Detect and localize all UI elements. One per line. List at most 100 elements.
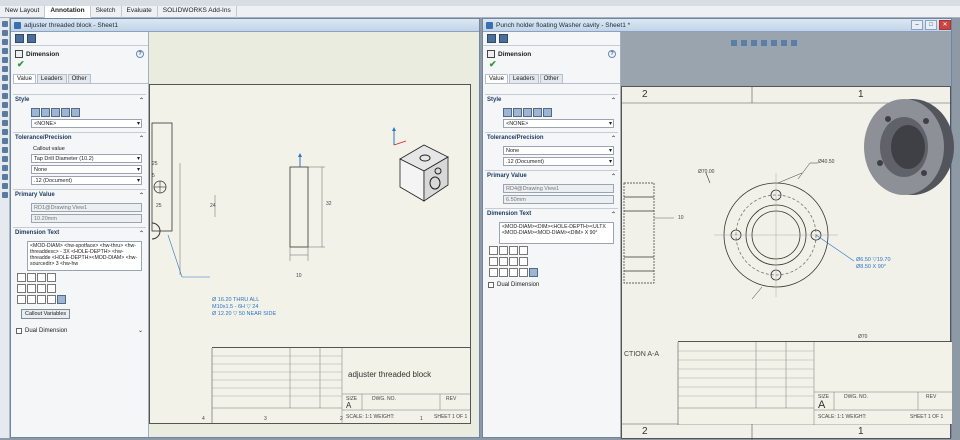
diameter-icon[interactable] [489,257,498,266]
help-icon[interactable]: ? [136,50,144,58]
tolerance-select[interactable]: None [31,165,142,174]
precision-select[interactable]: .12 (Document) [31,176,142,185]
more-symbols-icon[interactable] [47,284,56,293]
maximize-button[interactable]: □ [925,20,937,30]
feature-tree-icon[interactable] [487,34,496,43]
tool-icon[interactable] [2,75,8,81]
primary-ref-field[interactable]: RD1@Drawing View1 [31,203,142,212]
help-icon[interactable]: ? [608,50,616,58]
degree-icon[interactable] [499,257,508,266]
style-icon[interactable] [543,108,552,117]
plus-minus-icon[interactable] [37,284,46,293]
plus-minus-icon[interactable] [509,257,518,266]
property-manager-icon[interactable] [27,34,36,43]
dim-label[interactable]: 10 [678,215,684,221]
dim-label[interactable]: 32 [326,201,332,207]
zoom-area-icon[interactable] [741,40,747,46]
align-center-icon[interactable] [27,273,36,282]
primary-value-field[interactable]: 6.50mm [503,195,614,204]
collapse-icon[interactable]: ⌃ [611,135,616,142]
tab-value[interactable]: Value [13,74,36,83]
precision-select[interactable]: .12 (Document) [503,157,614,166]
align-right-icon[interactable] [509,246,518,255]
tab-value[interactable]: Value [485,74,508,83]
style-icon[interactable] [61,108,70,117]
tool-icon[interactable] [2,192,8,198]
counterbore-icon[interactable] [27,295,36,304]
style-icon[interactable] [51,108,60,117]
tab-evaluate[interactable]: Evaluate [122,6,158,18]
hole-callout-line[interactable]: M10x1.5 - 6H ▽ 24 [212,304,258,310]
hole-callout-icon[interactable] [529,268,538,277]
collapse-icon[interactable]: ⌃ [139,230,144,237]
align-center-icon[interactable] [499,246,508,255]
tool-icon[interactable] [2,66,8,72]
tool-icon[interactable] [2,120,8,126]
section-view-icon[interactable] [761,40,767,46]
appearance-icon[interactable] [791,40,797,46]
tool-icon[interactable] [2,84,8,90]
collapse-icon[interactable]: ⌃ [611,97,616,104]
display-style-icon[interactable] [771,40,777,46]
hole-callout-line[interactable]: Ø 12.20 ▽ 50 NEAR SIDE [212,311,276,317]
dim-label[interactable]: 10 [296,273,302,279]
collapse-icon[interactable]: ⌃ [611,173,616,180]
degree-icon[interactable] [27,284,36,293]
tab-leaders[interactable]: Leaders [508,74,539,83]
dim-label[interactable]: 25 [152,161,158,167]
collapse-icon[interactable]: ⌃ [139,135,144,142]
tool-icon[interactable] [2,21,8,27]
tool-icon[interactable] [2,156,8,162]
tab-other[interactable]: Other [539,74,563,83]
dual-dimension-checkbox[interactable] [488,282,494,288]
hole-callout-icon[interactable] [57,295,66,304]
dim-label[interactable]: Ø70 [858,334,867,340]
tool-icon[interactable] [2,129,8,135]
collapse-icon[interactable]: ⌃ [611,211,616,218]
drawing-title[interactable]: adjuster threaded block [348,370,431,379]
countersink-icon[interactable] [37,295,46,304]
dual-dimension[interactable]: Dual Dimension ⌄ [16,327,143,334]
dim-label[interactable]: 24 [210,203,216,209]
expand-icon[interactable]: ⌄ [138,327,143,334]
tab-new-layout[interactable]: New Layout [0,6,46,18]
depth-icon[interactable] [519,268,528,277]
dim-label[interactable]: 5 [152,173,155,179]
tool-icon[interactable] [2,39,8,45]
minimize-button[interactable]: – [911,20,923,30]
tool-icon[interactable] [2,147,8,153]
countersink-icon[interactable] [509,268,518,277]
tool-icon[interactable] [2,174,8,180]
collapse-icon[interactable]: ⌃ [139,97,144,104]
style-icon[interactable] [513,108,522,117]
diameter-icon[interactable] [17,284,26,293]
primary-value-field[interactable]: 10.20mm [31,214,142,223]
align-left-icon[interactable] [489,246,498,255]
style-icon[interactable] [41,108,50,117]
tool-icon[interactable] [2,102,8,108]
primary-ref-field[interactable]: RD4@Drawing View1 [503,184,614,193]
align-top-icon[interactable] [47,273,56,282]
dim-label[interactable]: 25 [156,203,162,209]
tab-annotation[interactable]: Annotation [45,6,91,18]
square-icon[interactable] [489,268,498,277]
more-symbols-icon[interactable] [519,257,528,266]
callout-select[interactable]: Tap Drill Diameter (10.2) [31,154,142,163]
tool-icon[interactable] [2,183,8,189]
tool-icon[interactable] [2,138,8,144]
dimension-text-box[interactable]: <MOD-DIAM> <hw-spotface> <hw-thru> <hw-t… [27,241,142,271]
style-icon[interactable] [71,108,80,117]
tool-icon[interactable] [2,111,8,117]
tab-sketch[interactable]: Sketch [91,6,122,18]
align-left-icon[interactable] [17,273,26,282]
style-select[interactable]: <NONE> [31,119,142,128]
style-icon[interactable] [523,108,532,117]
tab-addins[interactable]: SOLIDWORKS Add-Ins [158,6,237,18]
tool-icon[interactable] [2,93,8,99]
hole-callout-line[interactable]: Ø8.50 X 90° [856,264,886,270]
hole-callout-line[interactable]: Ø6.50 ▽19.70 [856,257,891,263]
tool-icon[interactable] [2,57,8,63]
tab-leaders[interactable]: Leaders [36,74,67,83]
square-icon[interactable] [17,295,26,304]
tool-icon[interactable] [2,165,8,171]
